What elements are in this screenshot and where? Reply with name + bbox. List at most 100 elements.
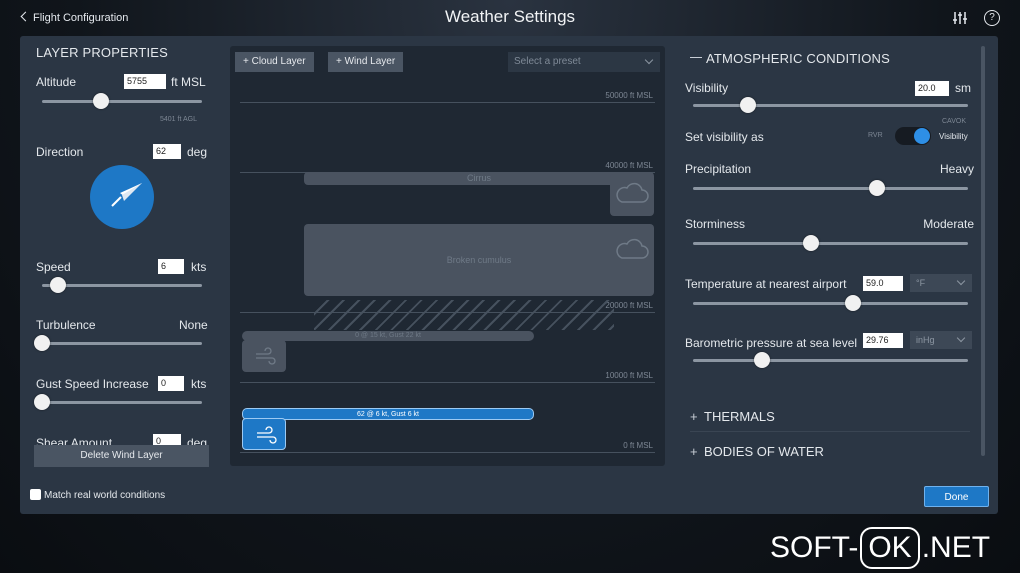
visibility-unit: sm	[955, 81, 971, 95]
visibility-slider-knob[interactable]	[740, 97, 756, 113]
done-button[interactable]: Done	[924, 486, 989, 507]
page-title: Weather Settings	[444, 7, 576, 26]
weather-dialog: LAYER PROPERTIES Altitude 5755 ft MSL 54…	[20, 36, 998, 514]
expand-plus-icon: +	[690, 409, 698, 424]
gust-label: Gust Speed Increase	[36, 377, 149, 391]
altitude-label: Altitude	[36, 75, 77, 89]
turbulence-label: Turbulence	[36, 318, 96, 332]
gridline	[240, 452, 655, 453]
temperature-unit-select[interactable]: °F	[910, 274, 972, 292]
add-cloud-layer-button[interactable]: + Cloud Layer	[235, 52, 314, 72]
altitude-agl: 5401 ft AGL	[160, 116, 197, 123]
temperature-unit: °F	[916, 278, 926, 288]
temperature-slider[interactable]	[693, 295, 968, 311]
direction-label: Direction	[36, 145, 84, 159]
wind-upper-icon-box[interactable]	[242, 340, 286, 372]
divider	[690, 431, 970, 432]
bodies-of-water-section[interactable]: + BODIES OF WATER	[690, 444, 824, 459]
toggle-knob	[914, 128, 930, 144]
wind-upper-label: 0 @ 15 kt, Gust 22 kt	[355, 332, 421, 339]
wind-icon	[257, 426, 277, 444]
storminess-slider[interactable]	[693, 235, 968, 251]
atmospheric-panel: ATMOSPHERIC CONDITIONS Visibility 20.0 s…	[685, 36, 975, 466]
visibility-label: Visibility	[685, 81, 729, 95]
preset-select[interactable]: Select a preset	[508, 52, 660, 72]
pressure-input[interactable]: 29.76	[863, 333, 903, 348]
watermark-ok: OK	[860, 527, 920, 569]
visibility-mode-toggle[interactable]	[895, 127, 931, 145]
scrollbar[interactable]	[981, 46, 985, 456]
turbulence-slider-knob[interactable]	[34, 335, 50, 351]
watermark: SOFT- OK .NET	[770, 527, 990, 569]
collapse-minus-icon[interactable]	[690, 57, 702, 58]
cloud-icon	[616, 238, 649, 259]
sliders-icon[interactable]	[952, 10, 968, 26]
speed-slider-knob[interactable]	[50, 277, 66, 293]
cirrus-icon-box[interactable]	[610, 174, 654, 216]
altitude-slider-knob[interactable]	[93, 93, 110, 109]
direction-dial[interactable]	[90, 165, 154, 229]
match-real-world-checkbox[interactable]: Match real world conditions	[30, 489, 165, 501]
altitude-label-0: 0 ft MSL	[623, 441, 653, 450]
turbulence-value: None	[179, 318, 208, 332]
add-wind-layer-button[interactable]: + Wind Layer	[328, 52, 404, 72]
temperature-slider-knob[interactable]	[844, 295, 861, 311]
cirrus-layer[interactable]: Cirrus	[304, 172, 654, 185]
chevron-down-icon	[956, 333, 966, 343]
speed-slider[interactable]	[42, 277, 202, 293]
gust-slider-knob[interactable]	[34, 394, 50, 410]
atmospheric-heading: ATMOSPHERIC CONDITIONS	[706, 51, 891, 66]
wind-lower-label: 62 @ 6 kt, Gust 6 kt	[357, 411, 419, 418]
storminess-slider-knob[interactable]	[803, 235, 820, 251]
wind-shear-hatch	[314, 300, 614, 330]
thermals-section[interactable]: + THERMALS	[690, 409, 775, 424]
match-label: Match real world conditions	[44, 490, 166, 501]
rvr-label: RVR	[868, 132, 883, 139]
precipitation-slider-knob[interactable]	[869, 180, 886, 196]
pressure-label: Barometric pressure at sea level	[685, 336, 858, 350]
pressure-unit-select[interactable]: inHg	[910, 331, 972, 349]
altitude-slider[interactable]	[42, 93, 202, 109]
visibility-slider[interactable]	[693, 97, 968, 113]
watermark-suffix: .NET	[921, 531, 991, 564]
cavok-label: CAVOK	[942, 118, 966, 125]
checkbox-box[interactable]	[30, 489, 41, 500]
gridline	[240, 382, 655, 383]
cumulus-layer[interactable]: Broken cumulus	[304, 224, 654, 296]
wind-icon	[256, 347, 276, 365]
temperature-label: Temperature at nearest airport	[685, 277, 847, 291]
turbulence-slider[interactable]	[34, 335, 202, 351]
wind-arrow-icon	[111, 183, 142, 207]
bodies-of-water-label: BODIES OF WATER	[704, 444, 824, 459]
precipitation-value: Heavy	[939, 162, 974, 176]
direction-input[interactable]: 62	[153, 144, 181, 159]
gust-slider[interactable]	[34, 394, 202, 410]
pressure-unit: inHg	[916, 335, 935, 345]
altitude-input[interactable]: 5755	[124, 74, 166, 89]
help-icon[interactable]: ?	[984, 10, 1000, 26]
direction-unit: deg	[187, 145, 208, 159]
precipitation-slider[interactable]	[693, 180, 968, 196]
cumulus-label: Broken cumulus	[446, 255, 512, 265]
storminess-label: Storminess	[685, 217, 746, 231]
speed-input[interactable]: 6	[158, 259, 184, 274]
pressure-label-clip: Barometric pressure at sea level	[685, 334, 863, 352]
chevron-down-icon	[956, 276, 966, 286]
expand-plus-icon: +	[690, 444, 698, 459]
cirrus-label: Cirrus	[467, 173, 491, 183]
altitude-label-50000: 50000 ft MSL	[605, 91, 653, 100]
thermals-label: THERMALS	[704, 409, 775, 424]
delete-wind-layer-button[interactable]: Delete Wind Layer	[34, 445, 209, 467]
speed-unit: kts	[191, 260, 207, 274]
temperature-input[interactable]: 59.0	[863, 276, 903, 291]
watermark-prefix: SOFT-	[770, 531, 859, 564]
visibility-input[interactable]: 20.0	[915, 81, 949, 96]
gridline	[240, 102, 655, 103]
altitude-label-10000: 10000 ft MSL	[605, 371, 653, 380]
pressure-slider-knob[interactable]	[753, 352, 770, 368]
altitude-unit: ft MSL	[171, 75, 206, 89]
storminess-value: Moderate	[923, 217, 974, 231]
wind-lower-icon-box[interactable]	[242, 418, 286, 450]
gust-input[interactable]: 0	[158, 376, 184, 391]
pressure-slider[interactable]	[693, 352, 968, 368]
